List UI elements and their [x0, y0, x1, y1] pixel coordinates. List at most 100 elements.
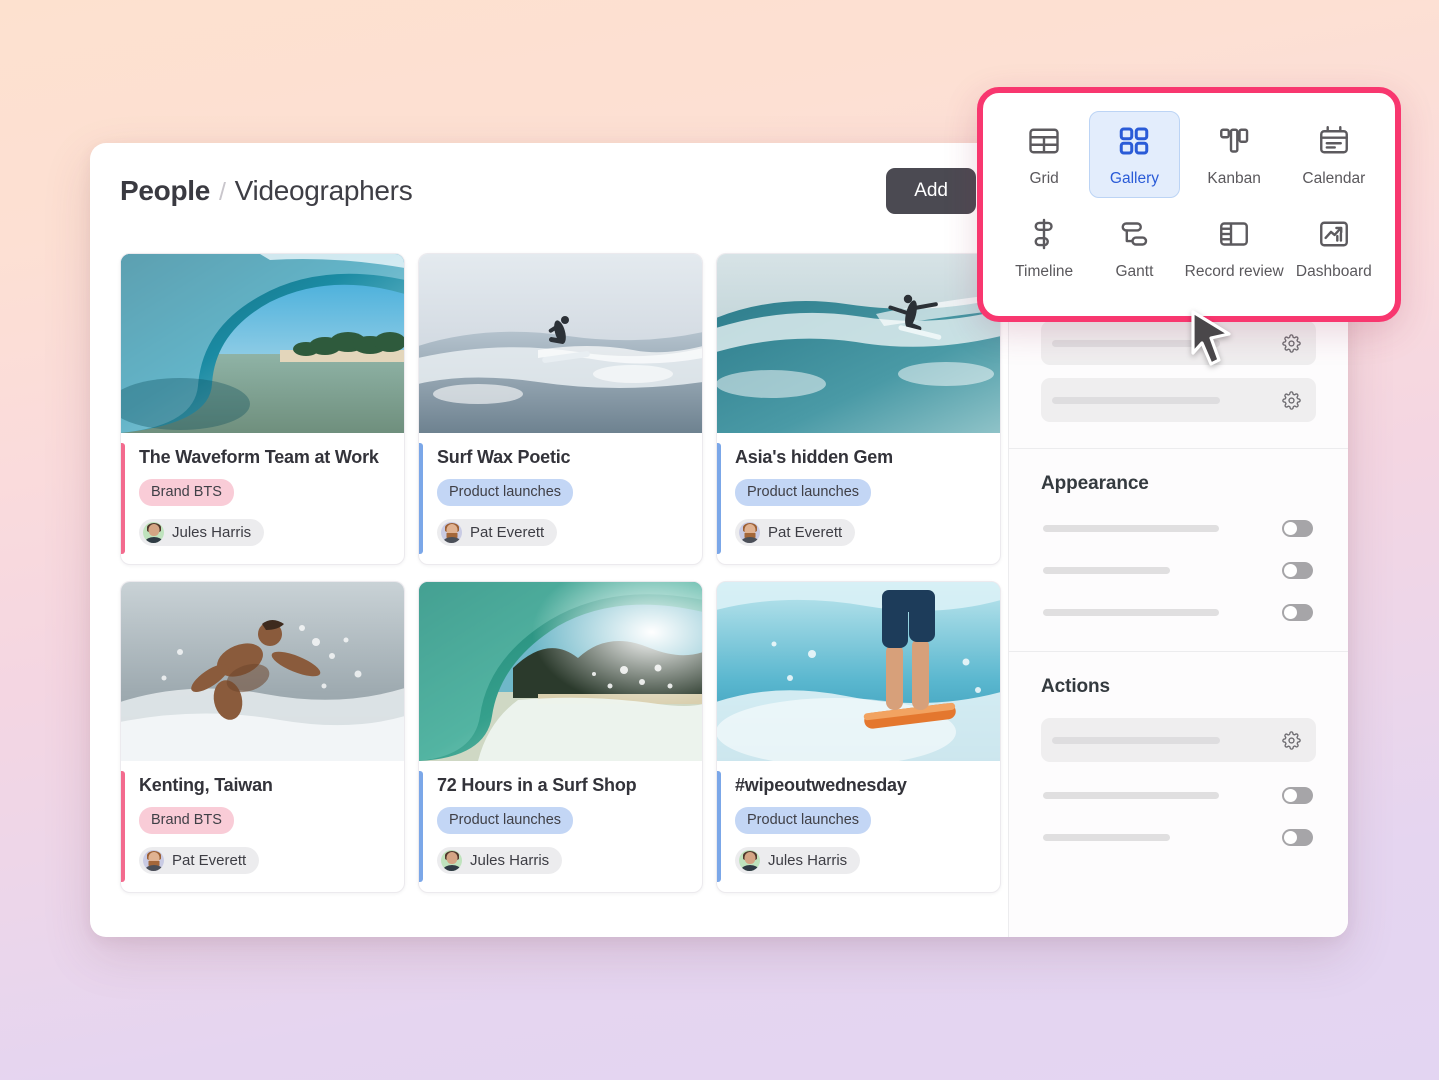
gallery-card[interactable]: #wipeoutwednesday Product launches Jules…	[716, 581, 1001, 893]
sidebar-section-title: Actions	[1041, 676, 1110, 697]
card-thumbnail-surfer-spray-splash	[121, 582, 404, 761]
card-person-chip[interactable]: Pat Everett	[139, 847, 260, 874]
kanban-icon	[1216, 123, 1252, 164]
actions-toggle-row[interactable]	[1041, 782, 1316, 808]
card-person-chip[interactable]: Jules Harris	[139, 519, 265, 546]
card-person-chip[interactable]: Pat Everett	[437, 519, 558, 546]
view-type-grid: Grid Gallery Kanban Calendar Timeline Ga…	[999, 111, 1379, 291]
view-option-record-review[interactable]: Record review	[1180, 204, 1289, 291]
card-tag[interactable]: Brand BTS	[139, 807, 234, 834]
card-tag[interactable]: Product launches	[735, 479, 872, 506]
calendar-icon	[1316, 123, 1352, 164]
gallery-card[interactable]: Asia's hidden Gem Product launches Pat E…	[716, 253, 1001, 565]
avatar	[441, 522, 462, 543]
avatar	[739, 850, 760, 871]
view-option-label: Calendar	[1302, 170, 1366, 187]
actions-toggle-row[interactable]	[1041, 824, 1316, 850]
gear-icon[interactable]	[1282, 390, 1301, 410]
gallery-icon	[1116, 123, 1152, 164]
view-option-calendar[interactable]: Calendar	[1289, 111, 1379, 198]
avatar	[143, 850, 164, 871]
toggle-switch[interactable]	[1282, 786, 1313, 804]
skeleton-label	[1043, 608, 1219, 616]
card-accent-bar	[419, 443, 423, 554]
record-review-icon	[1216, 216, 1252, 257]
appearance-toggle-row[interactable]	[1041, 515, 1316, 541]
breadcrumb-root[interactable]: People	[120, 175, 210, 207]
dashboard-icon	[1316, 216, 1352, 257]
gallery-card[interactable]: The Waveform Team at Work Brand BTS Jule…	[120, 253, 405, 565]
card-thumbnail-surfboard-legs-whitewater	[717, 582, 1000, 761]
gallery-grid: The Waveform Team at Work Brand BTS Jule…	[120, 253, 1001, 893]
card-title: Kenting, Taiwan	[139, 775, 273, 795]
card-body: #wipeoutwednesday Product launches Jules…	[717, 761, 1000, 892]
skeleton-label	[1052, 339, 1220, 347]
view-option-label: Gantt	[1115, 263, 1154, 280]
card-body: Kenting, Taiwan Brand BTS Pat Everett	[121, 761, 404, 892]
card-title: Surf Wax Poetic	[437, 447, 571, 467]
card-thumbnail-surfer-riding-grey-wave	[419, 254, 702, 433]
toggle-switch[interactable]	[1282, 828, 1313, 846]
view-option-label: Kanban	[1207, 170, 1261, 187]
card-title: #wipeoutwednesday	[735, 775, 907, 795]
gantt-icon	[1116, 216, 1152, 257]
card-person-name: Pat Everett	[768, 524, 843, 541]
card-title: 72 Hours in a Surf Shop	[437, 775, 637, 795]
gallery-card[interactable]: Surf Wax Poetic Product launches Pat Eve…	[418, 253, 703, 565]
sidebar-section-title: Appearance	[1041, 473, 1149, 494]
card-body: Asia's hidden Gem Product launches Pat E…	[717, 433, 1000, 564]
card-tag[interactable]: Product launches	[437, 479, 574, 506]
card-person-chip[interactable]: Jules Harris	[437, 847, 563, 874]
avatar	[143, 522, 164, 543]
toggle-switch[interactable]	[1282, 519, 1313, 537]
data-field-row[interactable]	[1041, 378, 1316, 422]
data-field-row[interactable]	[1041, 321, 1316, 365]
card-tag[interactable]: Brand BTS	[139, 479, 234, 506]
card-accent-bar	[717, 443, 721, 554]
breadcrumb-leaf[interactable]: Videographers	[235, 175, 413, 207]
card-title: The Waveform Team at Work	[139, 447, 379, 467]
view-option-label: Dashboard	[1295, 263, 1372, 280]
skeleton-label	[1043, 833, 1170, 841]
view-option-gantt[interactable]: Gantt	[1089, 204, 1179, 291]
view-option-gallery[interactable]: Gallery	[1089, 111, 1180, 198]
card-person-chip[interactable]: Pat Everett	[735, 519, 856, 546]
toggle-switch[interactable]	[1282, 561, 1313, 579]
appearance-toggle-row[interactable]	[1041, 557, 1316, 583]
card-tag[interactable]: Product launches	[735, 807, 872, 834]
avatar	[441, 850, 462, 871]
card-title: Asia's hidden Gem	[735, 447, 893, 467]
view-option-grid[interactable]: Grid	[999, 111, 1089, 198]
card-person-name: Jules Harris	[768, 852, 848, 869]
gear-icon[interactable]	[1282, 333, 1301, 353]
appearance-toggle-row[interactable]	[1041, 599, 1316, 625]
view-option-label: Grid	[1029, 170, 1059, 187]
view-option-kanban[interactable]: Kanban	[1180, 111, 1289, 198]
gallery-card[interactable]: Kenting, Taiwan Brand BTS Pat Everett	[120, 581, 405, 893]
card-thumbnail-surfer-carving-teal-wave	[717, 254, 1000, 433]
skeleton-label	[1043, 791, 1219, 799]
card-accent-bar	[717, 771, 721, 882]
grid-icon	[1026, 123, 1062, 164]
view-option-dashboard[interactable]: Dashboard	[1289, 204, 1379, 291]
card-accent-bar	[121, 771, 125, 882]
view-option-timeline[interactable]: Timeline	[999, 204, 1089, 291]
breadcrumb: People / Videographers	[120, 175, 413, 207]
add-button[interactable]: Add	[886, 167, 976, 214]
card-person-name: Pat Everett	[172, 852, 247, 869]
skeleton-label	[1052, 396, 1220, 404]
skeleton-label	[1043, 524, 1219, 532]
toggle-switch[interactable]	[1282, 603, 1313, 621]
main-content-area: People / Videographers Add The Waveform …	[90, 143, 1008, 937]
view-type-picker-popup: Grid Gallery Kanban Calendar Timeline Ga…	[977, 87, 1401, 322]
gear-icon[interactable]	[1282, 730, 1301, 750]
card-accent-bar	[419, 771, 423, 882]
card-body: Surf Wax Poetic Product launches Pat Eve…	[419, 433, 702, 564]
sidebar-section-actions: Actions	[1009, 652, 1348, 876]
skeleton-label	[1043, 566, 1170, 574]
card-tag[interactable]: Product launches	[437, 807, 574, 834]
card-thumbnail-barrel-wave-sunlit-headland	[419, 582, 702, 761]
card-person-chip[interactable]: Jules Harris	[735, 847, 861, 874]
gallery-card[interactable]: 72 Hours in a Surf Shop Product launches…	[418, 581, 703, 893]
actions-field-row[interactable]	[1041, 718, 1316, 762]
